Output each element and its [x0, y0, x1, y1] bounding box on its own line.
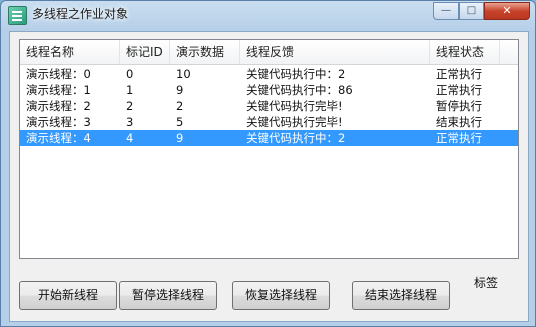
minimize-button[interactable]: — — [433, 2, 459, 20]
window-title: 多线程之作业对象 — [32, 7, 129, 21]
cell-status: 正常执行 — [436, 83, 482, 97]
app-icon — [8, 6, 27, 25]
table-row[interactable]: 演示线程：1 1 9 关键代码执行中：86 正常执行 — [20, 82, 518, 98]
cell-status: 正常执行 — [436, 67, 482, 81]
end-thread-button[interactable]: 结束选择线程 — [352, 281, 450, 310]
table-row[interactable]: 演示线程：2 2 2 关键代码执行完毕! 暂停执行 — [20, 98, 518, 114]
pause-thread-button[interactable]: 暂停选择线程 — [119, 281, 217, 310]
title-bar[interactable]: 多线程之作业对象 — □ ✕ — [1, 1, 535, 31]
cell-feedback: 关键代码执行中：86 — [246, 83, 353, 97]
client-area: 线程名称 标记ID 演示数据 线程反馈 线程状态 演示线程：0 0 10 关键代… — [9, 31, 529, 322]
cell-status: 暂停执行 — [436, 99, 482, 113]
cell-status: 结束执行 — [436, 115, 482, 129]
table-row-selected[interactable]: 演示线程：4 4 9 关键代码执行中：2 正常执行 — [20, 130, 518, 146]
column-header-thread-name[interactable]: 线程名称 — [20, 40, 120, 64]
close-button[interactable]: ✕ — [484, 2, 530, 20]
cell-demo-data: 10 — [176, 67, 191, 81]
start-thread-button[interactable]: 开始新线程 — [19, 281, 117, 310]
cell-demo-data: 9 — [176, 131, 184, 145]
cell-feedback: 关键代码执行中：2 — [246, 67, 346, 81]
list-header: 线程名称 标记ID 演示数据 线程反馈 线程状态 — [20, 40, 518, 65]
column-header-empty — [500, 40, 518, 64]
maximize-button[interactable]: □ — [459, 2, 484, 20]
resume-thread-button[interactable]: 恢复选择线程 — [232, 281, 330, 310]
cell-status: 正常执行 — [436, 131, 482, 145]
cell-demo-data: 9 — [176, 83, 184, 97]
cell-thread-name: 演示线程：1 — [26, 83, 91, 97]
thread-list-view[interactable]: 线程名称 标记ID 演示数据 线程反馈 线程状态 演示线程：0 0 10 关键代… — [19, 39, 519, 259]
column-header-feedback[interactable]: 线程反馈 — [240, 40, 430, 64]
cell-feedback: 关键代码执行中：2 — [246, 131, 346, 145]
cell-thread-name: 演示线程：2 — [26, 99, 91, 113]
table-row[interactable]: 演示线程：0 0 10 关键代码执行中：2 正常执行 — [20, 66, 518, 82]
cell-mark-id: 4 — [126, 131, 134, 145]
cell-feedback: 关键代码执行完毕! — [246, 99, 343, 113]
column-header-status[interactable]: 线程状态 — [430, 40, 500, 64]
main-window: 多线程之作业对象 — □ ✕ 线程名称 标记ID 演示数据 线程反馈 线程状态 … — [0, 0, 536, 327]
column-header-mark-id[interactable]: 标记ID — [120, 40, 170, 64]
cell-feedback: 关键代码执行完毕! — [246, 115, 343, 129]
cell-mark-id: 2 — [126, 99, 134, 113]
cell-mark-id: 3 — [126, 115, 134, 129]
cell-thread-name: 演示线程：0 — [26, 67, 91, 81]
cell-thread-name: 演示线程：4 — [26, 131, 91, 145]
table-row[interactable]: 演示线程：3 3 5 关键代码执行完毕! 结束执行 — [20, 114, 518, 130]
cell-mark-id: 1 — [126, 83, 134, 97]
label-text: 标签 — [474, 276, 499, 290]
cell-demo-data: 2 — [176, 99, 184, 113]
cell-mark-id: 0 — [126, 67, 134, 81]
cell-thread-name: 演示线程：3 — [26, 115, 91, 129]
column-header-demo-data[interactable]: 演示数据 — [170, 40, 240, 64]
cell-demo-data: 5 — [176, 115, 184, 129]
